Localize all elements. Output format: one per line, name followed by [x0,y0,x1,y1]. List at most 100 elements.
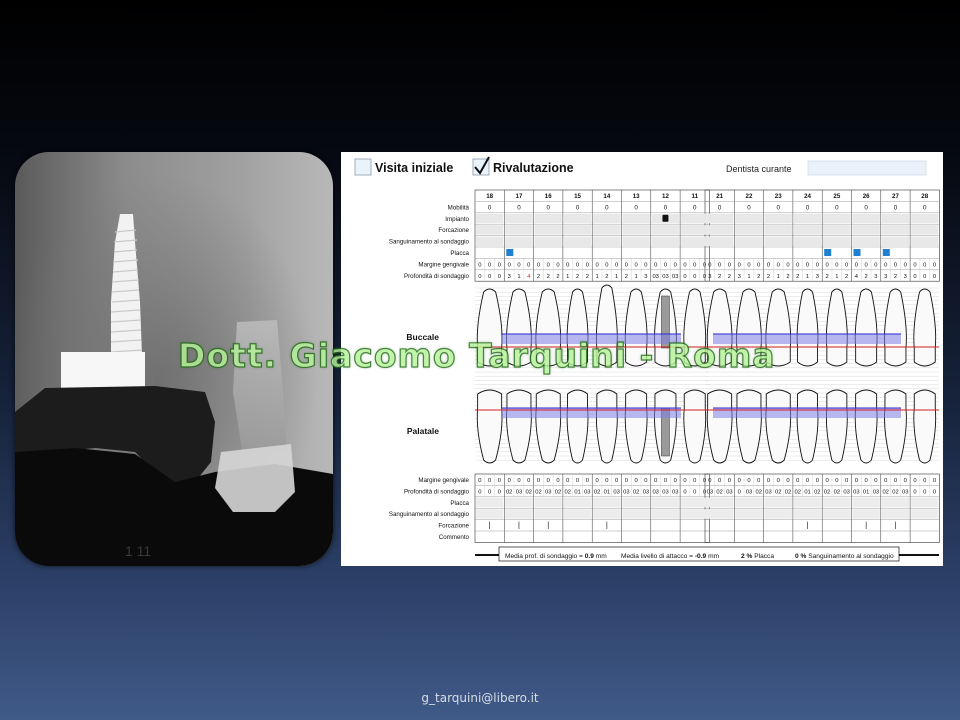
empty-cell [593,497,621,508]
tooth-outline [535,389,562,464]
probing-value: 0 [825,478,828,484]
probing-value: 2 [786,274,789,280]
empty-cell [706,236,734,246]
mobility-value: 0 [806,204,810,211]
empty-cell [505,225,533,235]
probing-value: 0 [913,274,916,280]
probing-value: 0 [923,489,926,495]
probing-value: 0 [566,262,569,268]
mobility-value: 0 [693,204,697,211]
probing-value: 0 [693,489,696,495]
empty-cell [735,509,763,519]
empty-cell [476,509,504,519]
row-label: Sanguinamento al sondaggio [389,239,470,246]
visita-iniziale-checkbox[interactable] [354,158,372,176]
probing-value: 0 [913,489,916,495]
tooth-number: 24 [804,193,811,200]
probing-value: 3 [738,274,741,280]
probing-value: 02 [795,489,801,495]
tooth-number: 12 [662,193,669,200]
probing-value: 3 [508,274,511,280]
empty-cell [852,225,880,235]
probing-value: 0 [874,478,877,484]
empty-cell [911,236,939,246]
probing-value: 0 [767,478,770,484]
empty-cell [651,236,680,246]
empty-cell [881,509,910,519]
empty-cell [764,236,792,246]
mobility-value: 0 [835,204,839,211]
probing-value: 0 [664,262,667,268]
tooth-outline [854,389,878,464]
probing-value: 0 [625,478,628,484]
dentista-curante-label: Dentista curante [726,164,792,174]
probing-value: 0 [508,478,511,484]
probing-value: 0 [478,274,481,280]
probing-value: 0 [777,262,780,268]
probing-value: 0 [757,478,760,484]
probing-value: 03 [902,489,908,495]
empty-cell [681,213,709,224]
probing-value: 0 [644,478,647,484]
probing-value: 02 [716,489,722,495]
empty-cell [534,509,562,519]
probing-value: 0 [615,262,618,268]
mobility-value: 0 [605,204,609,211]
probing-value: 0 [586,478,589,484]
probing-value: 3 [904,274,907,280]
empty-cell [764,497,792,508]
probing-value: 0 [517,478,520,484]
probing-value: 0 [855,478,858,484]
tooth-number: 27 [892,193,899,200]
probing-value: 2 [825,274,828,280]
probing-value: 0 [488,489,491,495]
probing-value: 0 [595,262,598,268]
probing-value: 3 [644,274,647,280]
empty-cell [911,213,939,224]
probing-value: 1 [777,274,780,280]
probing-value: 0 [615,478,618,484]
mobility-value: 0 [923,204,927,211]
probing-value: 0 [816,262,819,268]
empty-cell [852,509,880,519]
footer-email: g_tarquini@libero.it [421,691,539,705]
probing-value: 03 [873,489,879,495]
dentista-curante-input[interactable] [807,160,927,176]
empty-cell [563,497,592,508]
empty-cell [881,236,910,246]
empty-cell [793,509,822,519]
watermark-text: Dott. Giacomo Tarquini - Roma [177,335,776,375]
row-label: Mobilità [448,204,470,211]
probing-value: 0 [913,478,916,484]
tooth-number: 21 [716,193,723,200]
empty-cell [505,497,533,508]
probing-value: 0 [703,489,706,495]
empty-cell [534,225,562,235]
probing-value: 0 [527,478,530,484]
probing-value: 0 [478,489,481,495]
rivalutazione-label: Rivalutazione [493,161,574,175]
empty-cell [534,236,562,246]
probing-value: 3 [816,274,819,280]
probing-value: 0 [894,478,897,484]
empty-cell [793,497,822,508]
empty-cell [793,236,822,246]
probing-value: 0 [683,478,686,484]
empty-cell [681,225,709,235]
probing-value: 2 [796,274,799,280]
probing-value: 0 [767,262,770,268]
tooth-number: 13 [633,193,640,200]
row-label: Forcazione [438,227,469,234]
probing-value: 0 [664,478,667,484]
probing-value: 02 [506,489,512,495]
probing-value: 03 [672,274,678,280]
mobility-value: 0 [718,204,722,211]
tooth-outline [476,389,503,464]
empty-cell [534,213,562,224]
probing-value: 1 [615,274,618,280]
probing-value: 02 [785,489,791,495]
probing-value: 2 [537,274,540,280]
probing-value: 03 [643,489,649,495]
probing-value: 0 [635,478,638,484]
empty-cell [681,236,709,246]
